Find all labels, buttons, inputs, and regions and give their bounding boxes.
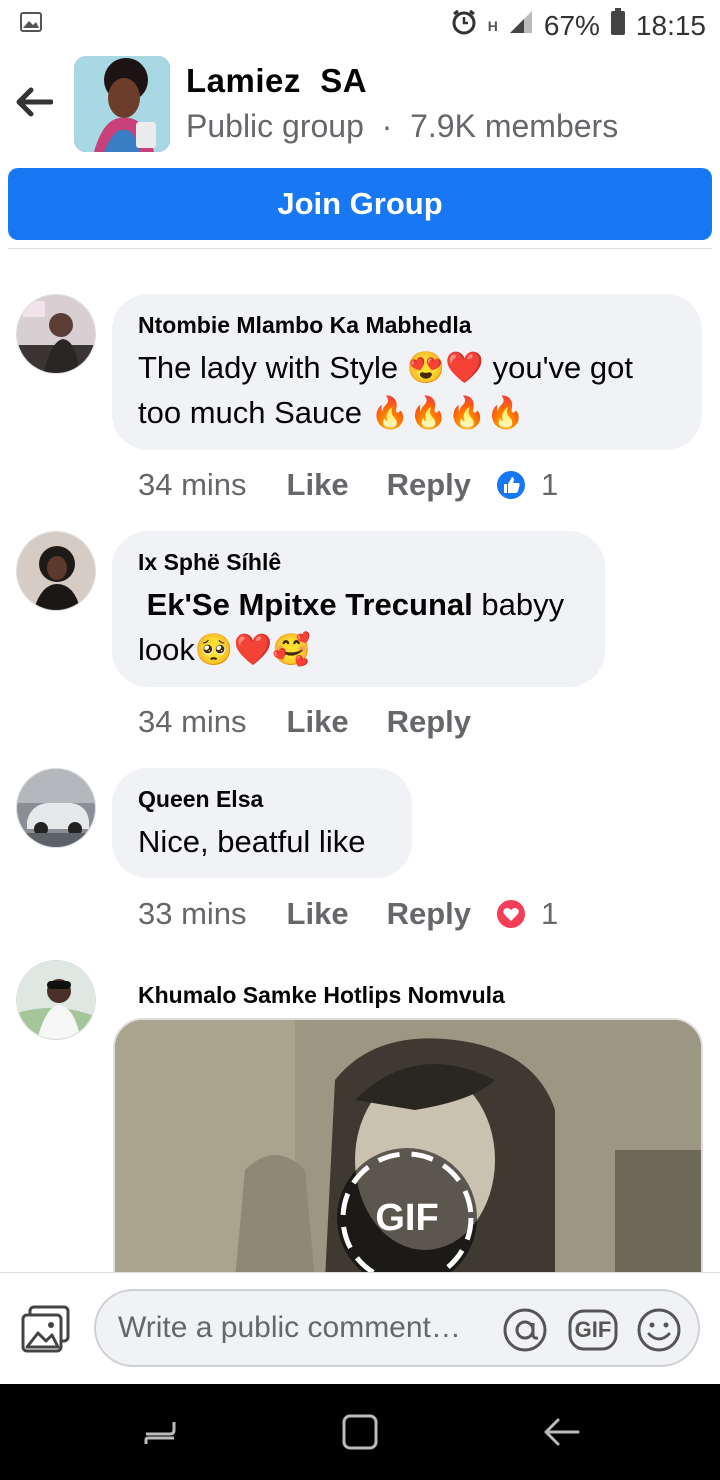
comment-text-line: too much Sauce 🔥🔥🔥🔥 xyxy=(138,395,526,430)
gif-button[interactable]: GIF xyxy=(568,1307,618,1353)
group-info: Public group · 7.9K members xyxy=(186,108,618,145)
comment-text-line: Ek'Se Mpitxe Trecunal babyy xyxy=(138,582,579,627)
love-reaction-icon xyxy=(495,898,527,930)
comment-author[interactable]: Khumalo Samke Hotlips Nomvula xyxy=(138,982,505,1009)
battery-icon xyxy=(610,8,626,43)
gif-label: GIF xyxy=(375,1196,439,1239)
comment-placeholder: Write a public comment… xyxy=(118,1311,461,1344)
gif-play-badge[interactable]: GIF xyxy=(337,1148,477,1276)
recents-button[interactable] xyxy=(140,1412,180,1452)
reaction-count: 1 xyxy=(541,467,559,502)
recents-icon xyxy=(144,1422,176,1444)
comment-time[interactable]: 33 mins xyxy=(138,896,247,932)
comment-text-line: Nice, beatful like xyxy=(138,824,366,859)
clock: 18:15 xyxy=(635,9,706,41)
group-type: Public group xyxy=(186,108,364,144)
comment-author[interactable]: Ix Sphë Síhlê xyxy=(138,549,579,576)
photo-icon xyxy=(21,1305,70,1353)
comment-time[interactable]: 34 mins xyxy=(138,467,247,503)
comment-author[interactable]: Queen Elsa xyxy=(138,786,386,813)
like-button[interactable]: Like xyxy=(287,704,349,740)
photo-button[interactable] xyxy=(20,1303,72,1355)
divider xyxy=(8,248,712,249)
like-button[interactable]: Like xyxy=(287,896,349,932)
back-arrow-icon xyxy=(544,1418,580,1446)
comment-text: Nice, beatful like xyxy=(138,819,386,864)
arrow-left-icon xyxy=(16,87,53,117)
back-nav-button[interactable] xyxy=(542,1412,582,1452)
comment-time[interactable]: 34 mins xyxy=(138,704,247,740)
gallery-notification-icon xyxy=(20,12,42,37)
mention-link[interactable]: Ek'Se Mpitxe Trecunal xyxy=(147,587,473,622)
comment-input[interactable]: Write a public comment… GIF xyxy=(94,1289,700,1367)
reply-button[interactable]: Reply xyxy=(387,467,471,503)
comment-bubble[interactable]: Queen Elsa Nice, beatful like xyxy=(112,768,412,878)
reaction-count: 1 xyxy=(541,896,559,931)
group-name[interactable]: Lamiez SA xyxy=(186,62,367,100)
comment-author[interactable]: Ntombie Mlambo Ka Mabhedla xyxy=(138,312,676,339)
network-type-label: H xyxy=(487,17,498,34)
comment-actions: 34 mins Like Reply 1 xyxy=(138,464,558,506)
comment-text-fragment: babyy xyxy=(472,587,565,622)
comment-actions: 34 mins Like Reply xyxy=(138,701,509,743)
comment-bubble[interactable]: Ntombie Mlambo Ka Mabhedla The lady with… xyxy=(112,294,702,450)
signal-icon xyxy=(508,9,534,42)
comment-composer: Write a public comment… GIF xyxy=(0,1272,720,1384)
reaction-summary[interactable]: 1 xyxy=(495,467,558,503)
comment-text: The lady with Style 😍❤️ you've got too m… xyxy=(138,345,676,435)
comment-actions: 33 mins Like Reply 1 xyxy=(138,893,558,935)
smiley-icon xyxy=(637,1308,681,1352)
comment-text-line: look🥺❤️🥰 xyxy=(138,632,311,667)
gif-attachment[interactable]: GIF xyxy=(113,1018,703,1278)
network-type-icon: H xyxy=(487,17,498,34)
status-bar: H 67% 18:15 xyxy=(0,0,720,50)
home-button[interactable] xyxy=(340,1412,380,1452)
gif-button-label: GIF xyxy=(574,1317,612,1342)
member-count[interactable]: 7.9K members xyxy=(410,108,618,144)
android-navigation-bar xyxy=(0,1384,720,1480)
alarm-icon xyxy=(450,8,478,43)
commenter-avatar[interactable] xyxy=(16,294,96,374)
at-sign-icon xyxy=(503,1308,547,1352)
reply-button[interactable]: Reply xyxy=(387,704,471,740)
comment-text: Ek'Se Mpitxe Trecunal babyy look🥺❤️🥰 xyxy=(138,582,579,672)
commenter-avatar[interactable] xyxy=(16,960,96,1040)
comment-text-line: The lady with Style 😍❤️ you've got xyxy=(138,350,633,385)
group-header: Lamiez SA Public group · 7.9K members xyxy=(0,50,720,160)
group-avatar[interactable] xyxy=(74,56,170,152)
commenter-avatar[interactable] xyxy=(16,531,96,611)
comment-bubble[interactable]: Ix Sphë Síhlê Ek'Se Mpitxe Trecunal baby… xyxy=(112,531,605,687)
like-button[interactable]: Like xyxy=(287,467,349,503)
emoji-button[interactable] xyxy=(636,1307,682,1353)
reaction-summary[interactable]: 1 xyxy=(495,896,558,932)
battery-percent: 67% xyxy=(543,9,600,41)
commenter-avatar[interactable] xyxy=(16,768,96,848)
mention-button[interactable] xyxy=(502,1307,548,1353)
back-button[interactable] xyxy=(12,80,56,124)
home-icon xyxy=(342,1414,378,1450)
like-reaction-icon xyxy=(495,469,527,501)
reply-button[interactable]: Reply xyxy=(387,896,471,932)
join-group-button[interactable]: Join Group xyxy=(8,168,712,240)
separator-dot: · xyxy=(381,108,393,144)
